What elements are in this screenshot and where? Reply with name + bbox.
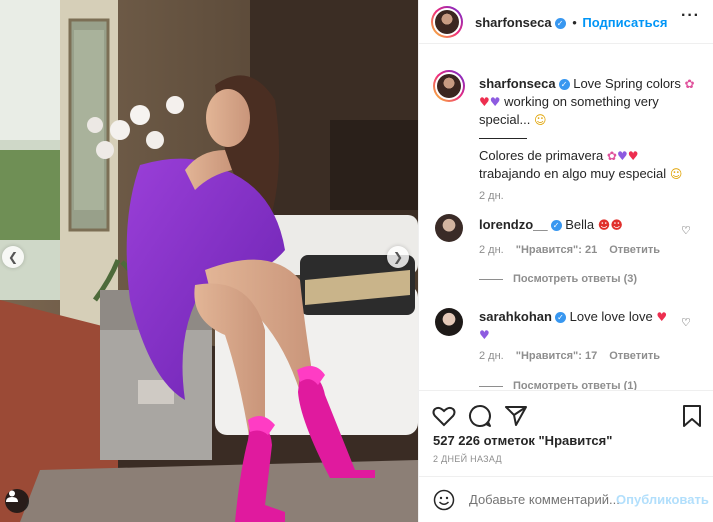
comment-meta: 2 дн. "Нравится": 17 Ответить: [479, 350, 672, 362]
comment-body: Love love love: [569, 309, 653, 324]
verified-icon: ✓: [554, 312, 566, 323]
caption-line: trabajando en algo muy especial: [479, 166, 667, 181]
comment-item: sarahkohan ✓ Love love love ♥ ♥ ♡ 2 дн. "Н…: [433, 308, 703, 390]
caption-line: special...: [479, 112, 531, 127]
header-separator: •: [572, 15, 577, 30]
likes-count[interactable]: 527 226 отметок "Нравится": [433, 433, 612, 448]
comment-likes[interactable]: "Нравится": 21: [516, 244, 597, 256]
verified-icon: ✓: [554, 18, 566, 29]
comment-meta: 2 дн. "Нравится": 21 Ответить: [479, 244, 672, 256]
comment-body: Bella: [565, 217, 595, 232]
view-replies-line: [479, 386, 503, 387]
post-comment-button[interactable]: Опубликовать: [616, 492, 709, 507]
comment-item: lorendzo__ ✓ Bella ☻☻ ♡ 2 дн. "Нравится": …: [433, 214, 703, 294]
follow-button[interactable]: Подписаться: [582, 15, 667, 30]
heart-icon: ♡: [681, 317, 691, 329]
author-username-text[interactable]: sharfonseca: [475, 15, 552, 30]
caption-meta: 2 дн.: [479, 190, 516, 202]
caption-time[interactable]: 2 дн.: [479, 190, 504, 202]
caption-line: Love Spring colors: [573, 76, 681, 91]
share-icon[interactable]: [503, 403, 529, 429]
comments-list[interactable]: sharfonseca ✓ Love Spring colors ✿ ♥♥ wor…: [419, 60, 713, 390]
post-header: sharfonseca ✓ • Подписаться ···: [419, 0, 713, 44]
heart-icon: ♡: [681, 225, 691, 237]
more-icon: ···: [681, 7, 700, 24]
verified-icon: ✓: [550, 220, 562, 231]
view-replies-button[interactable]: Посмотреть ответы (3): [513, 273, 637, 285]
post-photo[interactable]: ❮ ❯: [0, 0, 418, 522]
comment-time[interactable]: 2 дн.: [479, 350, 504, 362]
smile-emoji: ☺: [533, 113, 547, 127]
post-details-panel: sharfonseca ✓ • Подписаться ··· sharfonse…: [418, 0, 713, 522]
commenter-avatar[interactable]: [435, 308, 463, 336]
red-heart-emoji: ♥: [656, 310, 668, 324]
chevron-right-icon: ❯: [392, 250, 404, 264]
next-photo-button[interactable]: ❯: [387, 246, 409, 268]
heart-eyes-emoji: ☻: [597, 218, 611, 232]
purple-heart-emoji: ♥: [489, 95, 501, 109]
cherry-blossom-emoji: ✿: [684, 77, 695, 91]
post-timestamp[interactable]: 2 ДНЕЙ НАЗАД: [433, 454, 502, 464]
previous-photo-button[interactable]: ❮: [2, 246, 24, 268]
caption-username[interactable]: sharfonseca: [479, 76, 556, 91]
caption-line: Colores de primavera: [479, 148, 604, 163]
author-username[interactable]: sharfonseca ✓ • Подписаться: [475, 15, 667, 30]
comment-likes[interactable]: "Нравится": 17: [516, 350, 597, 362]
view-replies-button[interactable]: Посмотреть ответы (1): [513, 380, 637, 390]
post-actions: 527 226 отметок "Нравится" 2 ДНЕЙ НАЗАД: [419, 390, 713, 470]
cherry-blossom-emoji: ✿: [606, 149, 617, 163]
tagged-users-button[interactable]: [5, 489, 29, 513]
instagram-post: ❮ ❯ sharfonseca ✓ • Подписаться ··· shar…: [0, 0, 713, 522]
caption-divider: [479, 138, 527, 140]
purple-heart-emoji: ♥: [616, 149, 628, 163]
caption-avatar: [437, 74, 461, 98]
smile-emoji: ☺: [669, 167, 683, 181]
more-options-button[interactable]: ···: [681, 7, 700, 25]
caption-text: sharfonseca ✓ Love Spring colors ✿ ♥♥ wor…: [479, 75, 699, 183]
heart-eyes-emoji: ☻: [610, 218, 623, 232]
comment-input[interactable]: [469, 492, 619, 507]
chevron-left-icon: ❮: [7, 250, 19, 264]
red-heart-emoji: ♥: [627, 149, 639, 163]
comment-username[interactable]: sarahkohan: [479, 309, 552, 324]
emoji-icon[interactable]: [433, 489, 455, 511]
reply-button[interactable]: Ответить: [609, 244, 660, 256]
verified-icon: ✓: [558, 79, 570, 90]
caption: sharfonseca ✓ Love Spring colors ✿ ♥♥ wor…: [433, 70, 703, 202]
comment-username[interactable]: lorendzo__: [479, 217, 548, 232]
like-comment-button[interactable]: ♡: [681, 316, 691, 329]
reply-button[interactable]: Ответить: [609, 350, 660, 362]
caption-avatar-ring[interactable]: [433, 70, 465, 102]
comment-icon[interactable]: [467, 403, 493, 429]
bookmark-icon[interactable]: [679, 403, 705, 429]
author-avatar-ring[interactable]: [431, 6, 463, 38]
view-replies-line: [479, 279, 503, 280]
comment-text: sarahkohan ✓ Love love love ♥ ♥: [479, 308, 684, 344]
red-heart-emoji: ♥: [479, 95, 490, 109]
comment-time[interactable]: 2 дн.: [479, 244, 504, 256]
user-tag-icon: [6, 490, 18, 502]
caption-line: working on something very: [504, 94, 659, 109]
commenter-avatar[interactable]: [435, 214, 463, 242]
post-photo-illustration: [0, 0, 418, 522]
comment-text: lorendzo__ ✓ Bella ☻☻: [479, 216, 679, 234]
author-avatar: [435, 10, 459, 34]
like-comment-button[interactable]: ♡: [681, 224, 691, 237]
heart-icon[interactable]: [431, 403, 457, 429]
purple-heart-emoji: ♥: [479, 328, 490, 342]
add-comment-bar: Опубликовать: [419, 476, 713, 522]
